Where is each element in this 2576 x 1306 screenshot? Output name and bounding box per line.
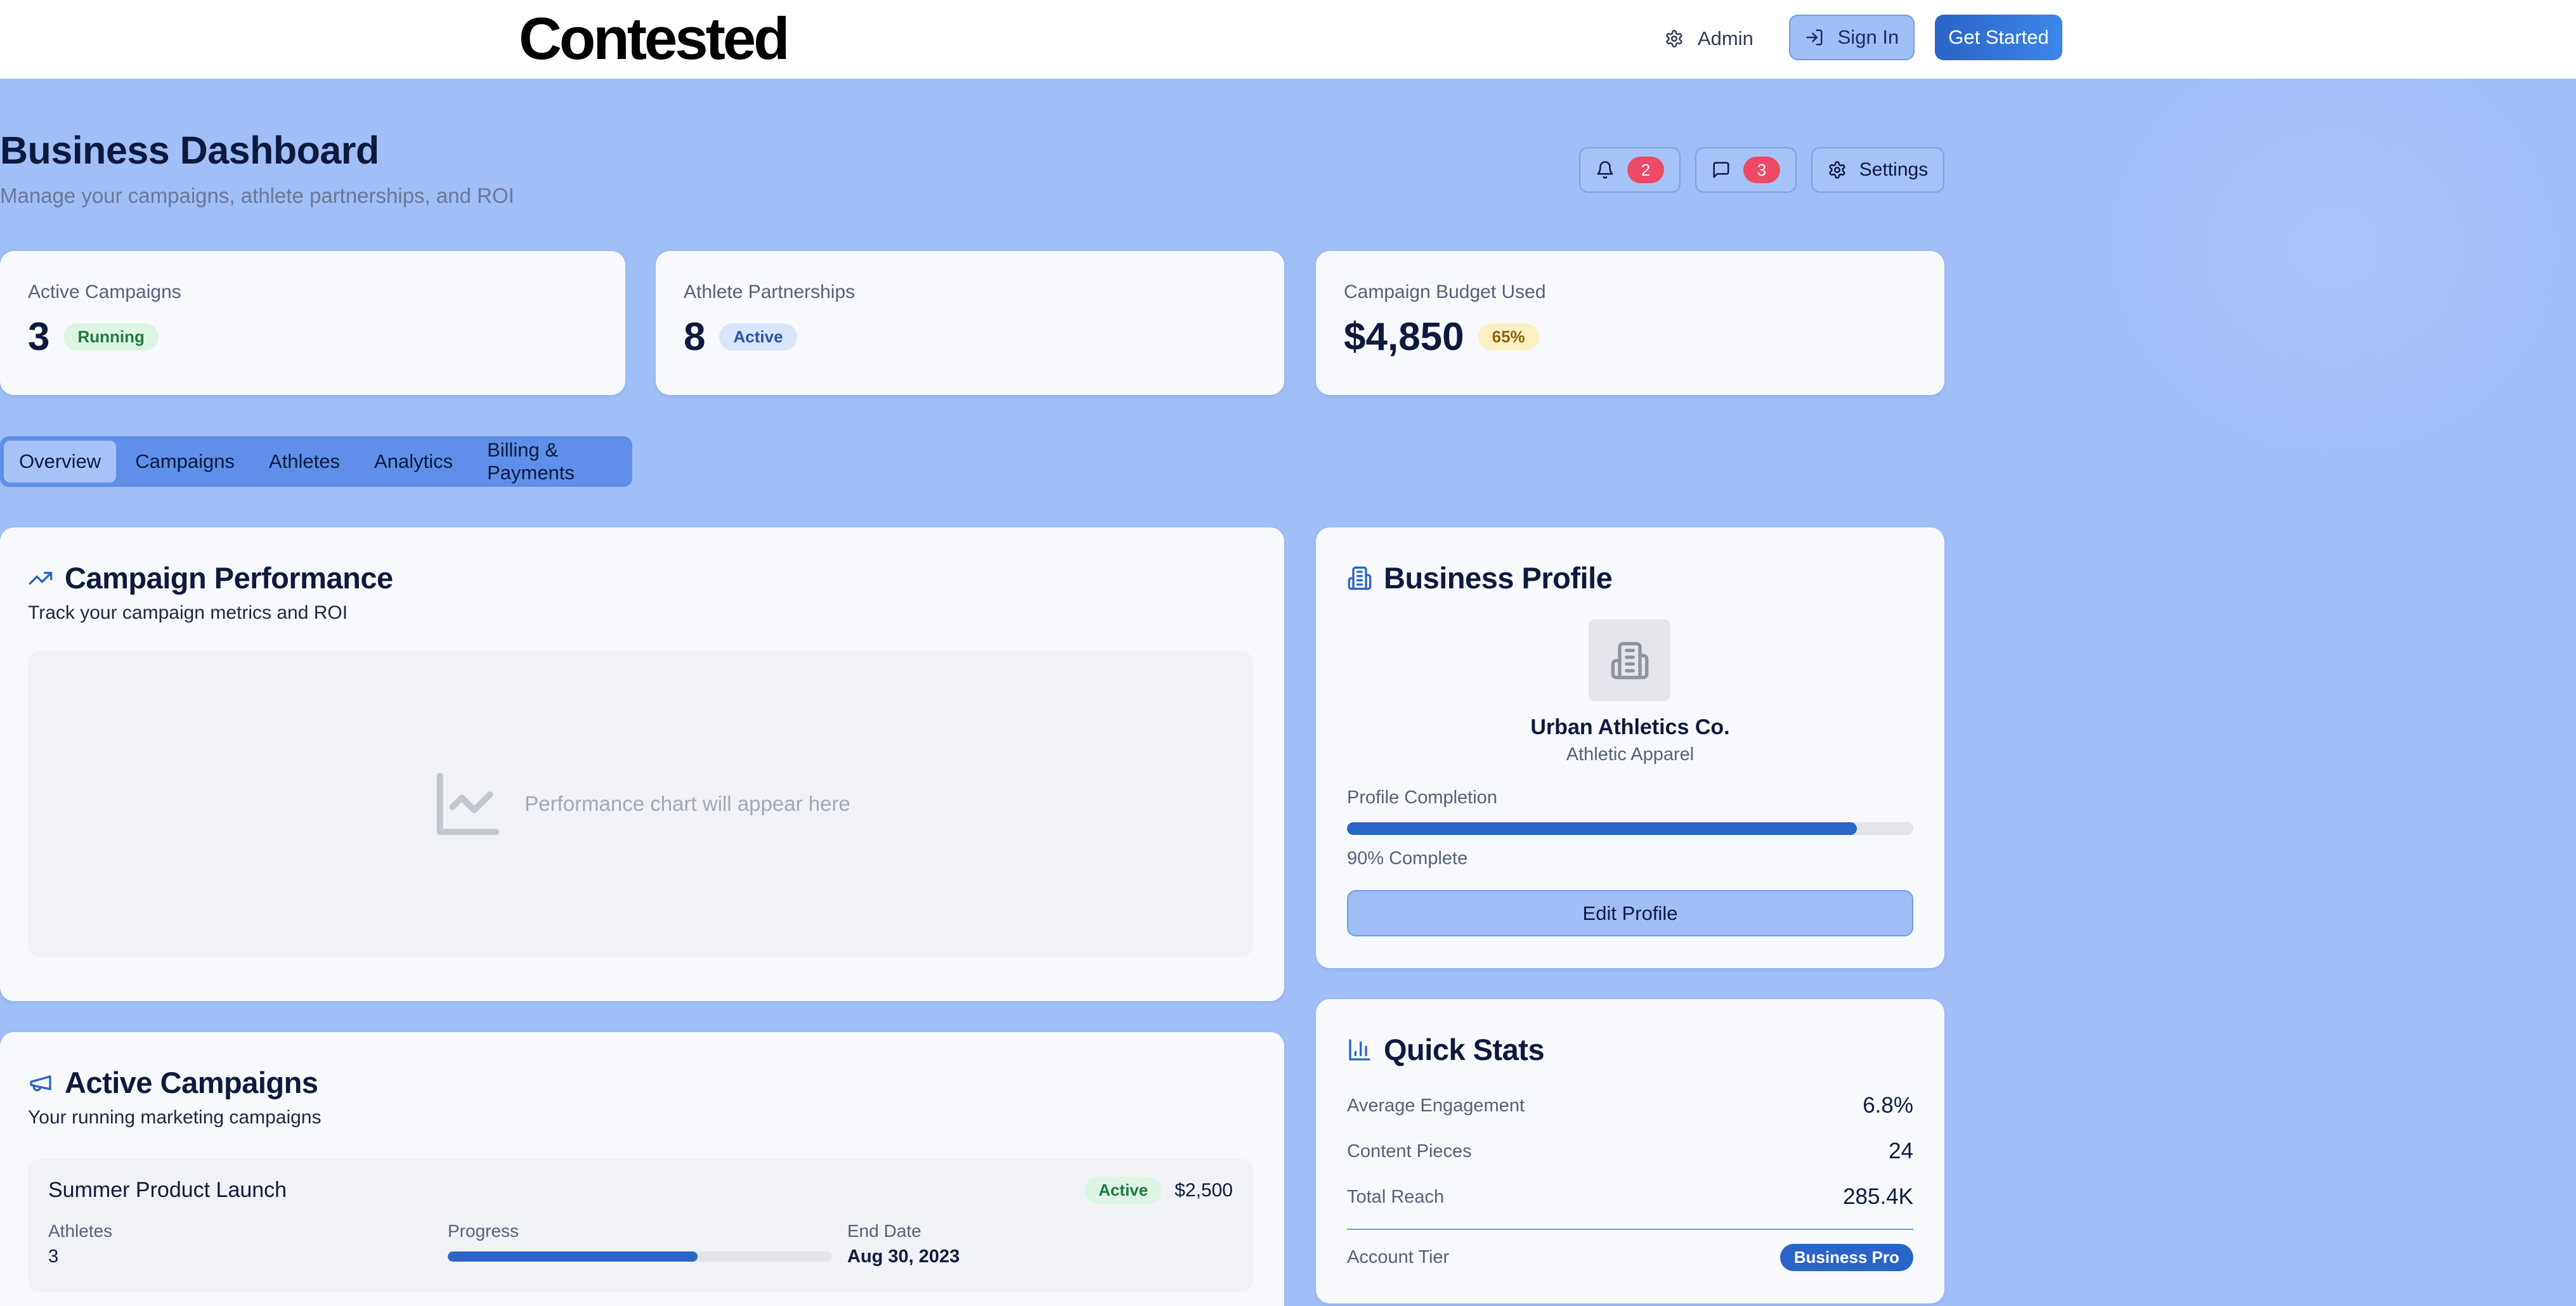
tab-analytics[interactable]: Analytics [359, 441, 468, 482]
section-subtitle: Your running marketing campaigns [28, 1107, 322, 1128]
profile-completion-label: Profile Completion [1347, 787, 1497, 808]
admin-label: Admin [1698, 27, 1753, 49]
stat-label: Active Campaigns [28, 281, 181, 302]
athletes-count: 3 [48, 1246, 59, 1267]
stat-label: Athlete Partnerships [684, 281, 855, 302]
gear-icon [1828, 160, 1847, 179]
notifications-button[interactable]: 2 [1579, 147, 1681, 193]
page-subtitle: Manage your campaigns, athlete partnersh… [0, 184, 514, 207]
admin-link[interactable]: Admin [1665, 22, 1753, 56]
stat-card-active-campaigns: Active Campaigns 3 Running [0, 251, 625, 395]
quick-stat-value: 24 [1889, 1139, 1913, 1163]
background-glow [2093, 25, 2575, 469]
get-started-button[interactable]: Get Started [1935, 15, 2062, 60]
quick-stat-value: 6.8% [1863, 1093, 1913, 1118]
dashboard-tabs: Overview Campaigns Athletes Analytics Bi… [0, 436, 632, 487]
status-badge: Active [719, 323, 797, 351]
quick-stat-row: Total Reach 285.4K [1347, 1184, 1913, 1210]
campaign-list-item[interactable]: Summer Product Launch Active $2,500 Athl… [28, 1159, 1253, 1292]
tab-billing-payments[interactable]: Billing & Payments [472, 439, 628, 484]
stat-value: 8 [684, 315, 706, 359]
business-name: Urban Athletics Co. [1530, 715, 1730, 739]
settings-label: Settings [1859, 159, 1929, 180]
megaphone-icon [28, 1070, 53, 1096]
profile-completion-fill [1347, 822, 1857, 835]
progress-label: Progress [448, 1221, 519, 1241]
account-tier-badge: Business Pro [1779, 1244, 1913, 1271]
section-title: Campaign Performance [28, 560, 393, 595]
quick-stat-value: 285.4K [1843, 1184, 1913, 1209]
profile-completion-text: 90% Complete [1347, 848, 1468, 869]
settings-button[interactable]: Settings [1811, 147, 1944, 193]
quick-stat-label: Total Reach [1347, 1186, 1445, 1207]
line-chart-icon [431, 766, 505, 841]
percentage-badge: 65% [1478, 323, 1539, 351]
active-campaigns-card: Active Campaigns Your running marketing … [0, 1032, 1284, 1306]
chart-placeholder-text: Performance chart will appear here [524, 792, 850, 815]
campaign-progress-bar [448, 1251, 832, 1262]
quick-stat-label: Content Pieces [1347, 1141, 1472, 1161]
quick-stat-row: Content Pieces 24 [1347, 1139, 1913, 1164]
edit-profile-button[interactable]: Edit Profile [1347, 890, 1913, 936]
stat-card-athlete-partnerships: Athlete Partnerships 8 Active [656, 251, 1284, 395]
bell-icon [1596, 160, 1615, 179]
bar-chart-icon [1347, 1037, 1372, 1063]
messages-button[interactable]: 3 [1695, 147, 1797, 193]
gear-icon [1665, 29, 1684, 48]
tab-athletes[interactable]: Athletes [254, 441, 355, 482]
log-in-icon [1805, 28, 1824, 47]
notifications-count-badge: 2 [1627, 157, 1664, 183]
profile-completion-bar [1347, 822, 1913, 835]
sign-in-button[interactable]: Sign In [1789, 15, 1915, 60]
section-subtitle: Track your campaign metrics and ROI [28, 602, 348, 623]
section-title-text: Quick Stats [1384, 1033, 1545, 1066]
building-icon [1347, 566, 1372, 591]
section-title-text: Active Campaigns [65, 1066, 318, 1099]
message-square-icon [1712, 160, 1731, 179]
stat-label: Campaign Budget Used [1344, 281, 1546, 302]
section-title: Active Campaigns [28, 1065, 318, 1100]
account-tier-row: Account Tier Business Pro [1347, 1244, 1913, 1271]
trending-up-icon [28, 566, 53, 591]
account-tier-label: Account Tier [1347, 1247, 1450, 1267]
business-profile-card: Business Profile Urban Athletics Co. Ath… [1316, 527, 1944, 968]
top-navbar: Contested Admin Sign In Get Started [0, 0, 2576, 79]
campaign-progress-fill [448, 1251, 698, 1262]
campaign-budget: $2,500 [1174, 1179, 1233, 1201]
quick-stat-label: Average Engagement [1347, 1095, 1525, 1116]
section-title: Quick Stats [1347, 1032, 1545, 1067]
building-icon [1610, 640, 1650, 681]
page-title: Business Dashboard [0, 129, 379, 172]
campaign-name: Summer Product Launch [48, 1178, 287, 1202]
section-title-text: Business Profile [1384, 561, 1613, 595]
end-date-value: Aug 30, 2023 [847, 1246, 960, 1267]
quick-stat-row: Average Engagement 6.8% [1347, 1093, 1913, 1118]
chart-placeholder: Performance chart will appear here [28, 651, 1253, 957]
messages-count-badge: 3 [1743, 157, 1780, 183]
section-title-text: Campaign Performance [65, 561, 393, 595]
athletes-label: Athletes [48, 1221, 113, 1241]
stat-value: 3 [28, 315, 50, 359]
brand-logo[interactable]: Contested [519, 3, 790, 75]
stat-card-campaign-budget: Campaign Budget Used $4,850 65% [1316, 251, 1944, 395]
section-title: Business Profile [1347, 560, 1613, 595]
business-avatar [1589, 619, 1670, 701]
quick-stats-card: Quick Stats Average Engagement 6.8% Cont… [1316, 999, 1944, 1303]
sign-in-label: Sign In [1837, 26, 1899, 48]
business-category: Athletic Apparel [1566, 744, 1695, 765]
campaign-performance-card: Campaign Performance Track your campaign… [0, 527, 1284, 1001]
status-badge: Running [63, 323, 159, 351]
end-date-label: End Date [847, 1221, 921, 1241]
stat-value: $4,850 [1344, 315, 1464, 359]
tab-overview[interactable]: Overview [4, 441, 117, 482]
tab-campaigns[interactable]: Campaigns [120, 441, 250, 482]
divider [1347, 1229, 1913, 1230]
status-badge: Active [1084, 1177, 1162, 1204]
